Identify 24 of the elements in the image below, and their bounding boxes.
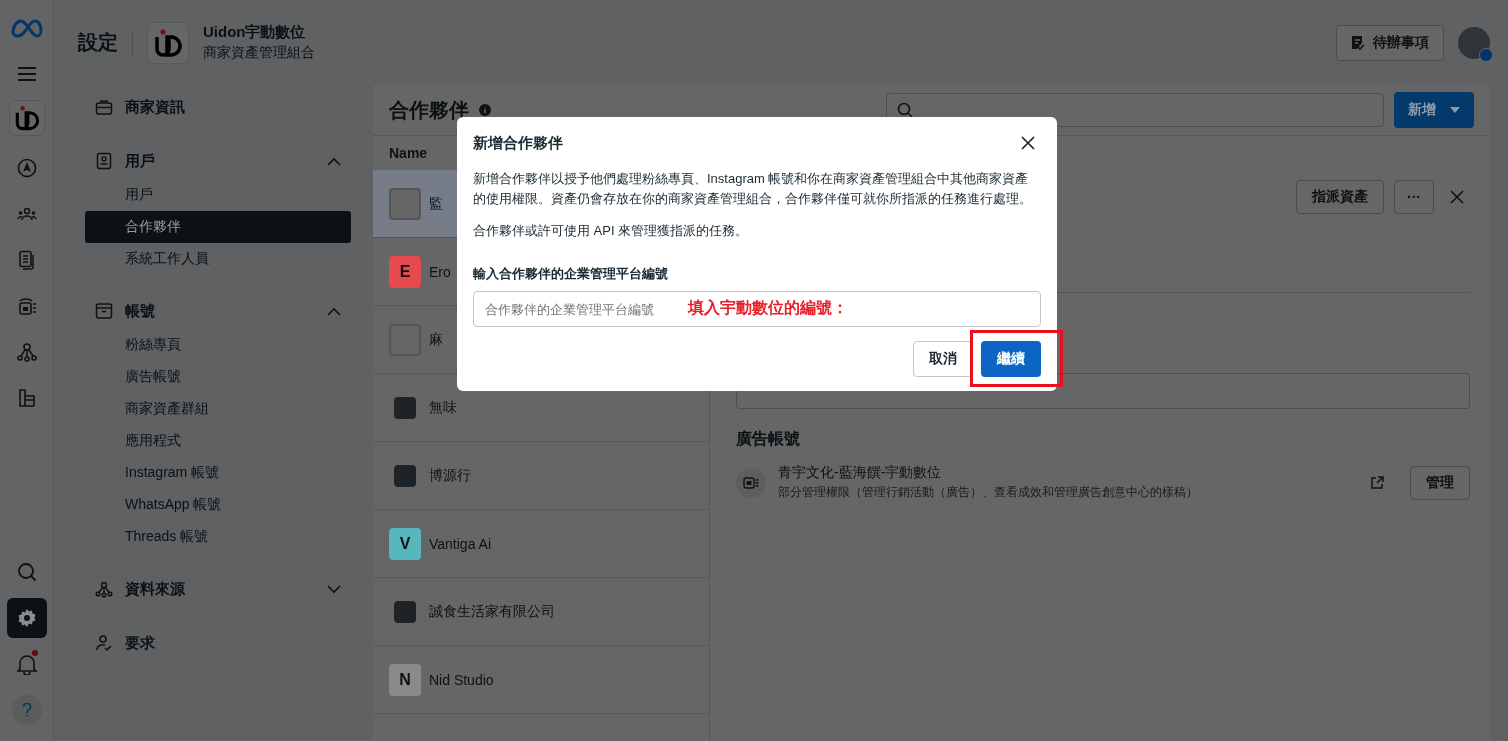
- partner-name: Nid Studio: [429, 671, 494, 688]
- page-title: 設定: [78, 30, 118, 55]
- dialog-paragraph: 合作夥伴或許可使用 API 來管理獲指派的任務。: [473, 222, 750, 240]
- column-header: Name: [389, 144, 428, 163]
- dialog-paragraph: 新增合作夥伴以授予他們處理粉絲專頁、Instagram 帳號和你在商家資產管理組合中其他商家資產的使用權限。資產仍會存放在你的商家資產管理組合，合作夥伴僅可就你所指派的任務進行處理。: [473, 170, 1033, 208]
- partner-name: 誠食生活家有限公司: [429, 602, 555, 621]
- partner-avatar: E: [389, 255, 421, 288]
- ad-account-description: 部分管理權限（管理行銷活動（廣告）、查看成效和管理廣告創意中心的樣稿）: [778, 484, 1198, 501]
- partner-name: 麻: [429, 330, 443, 349]
- business-name: Uidon宇動數位: [203, 23, 307, 42]
- field-label: 輸入合作夥伴的企業管理平台編號: [473, 265, 669, 283]
- annotation-text: 填入宇動數位的編號：: [688, 298, 848, 318]
- ad-accounts-heading: 廣告帳號: [736, 429, 801, 449]
- ad-account-name: 青宇文化-藍海饌-宇動數位: [778, 464, 943, 482]
- dialog-title: 新增合作夥伴: [473, 133, 563, 153]
- partner-avatar: N: [389, 663, 421, 696]
- business-subtitle: 商家資產管理組合: [203, 44, 315, 62]
- partner-name: Vantiga Ai: [429, 535, 491, 552]
- section-title: 合作夥伴: [389, 97, 469, 123]
- partner-name: Ero: [429, 263, 451, 280]
- partner-avatar: V: [389, 527, 421, 560]
- partner-name: 監: [429, 194, 443, 213]
- partner-name: 無味: [429, 398, 457, 417]
- partner-name: 博源行: [429, 466, 471, 485]
